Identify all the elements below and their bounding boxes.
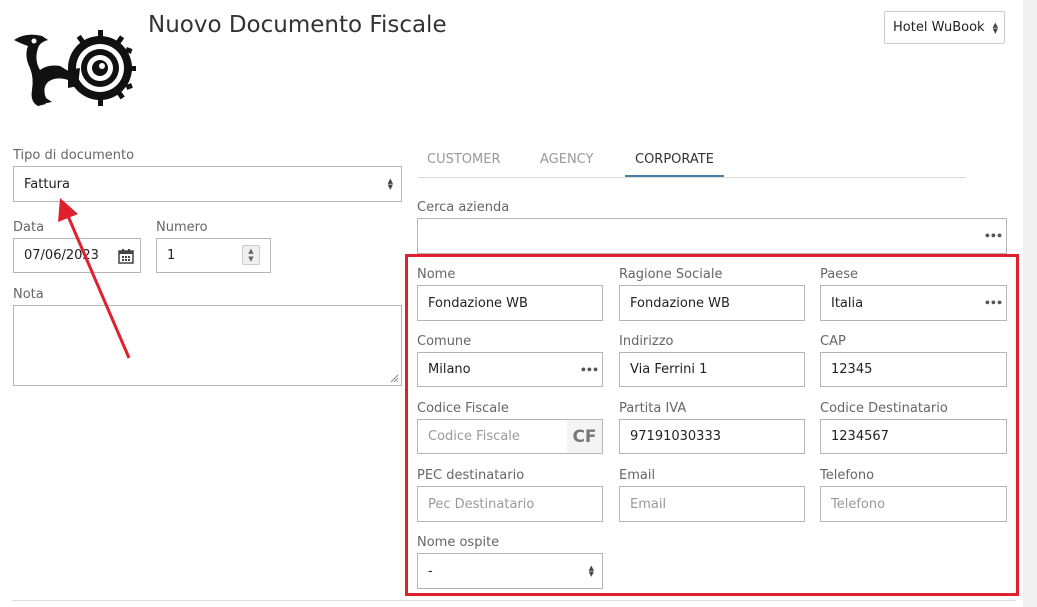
annotation-arrow [58, 198, 131, 359]
